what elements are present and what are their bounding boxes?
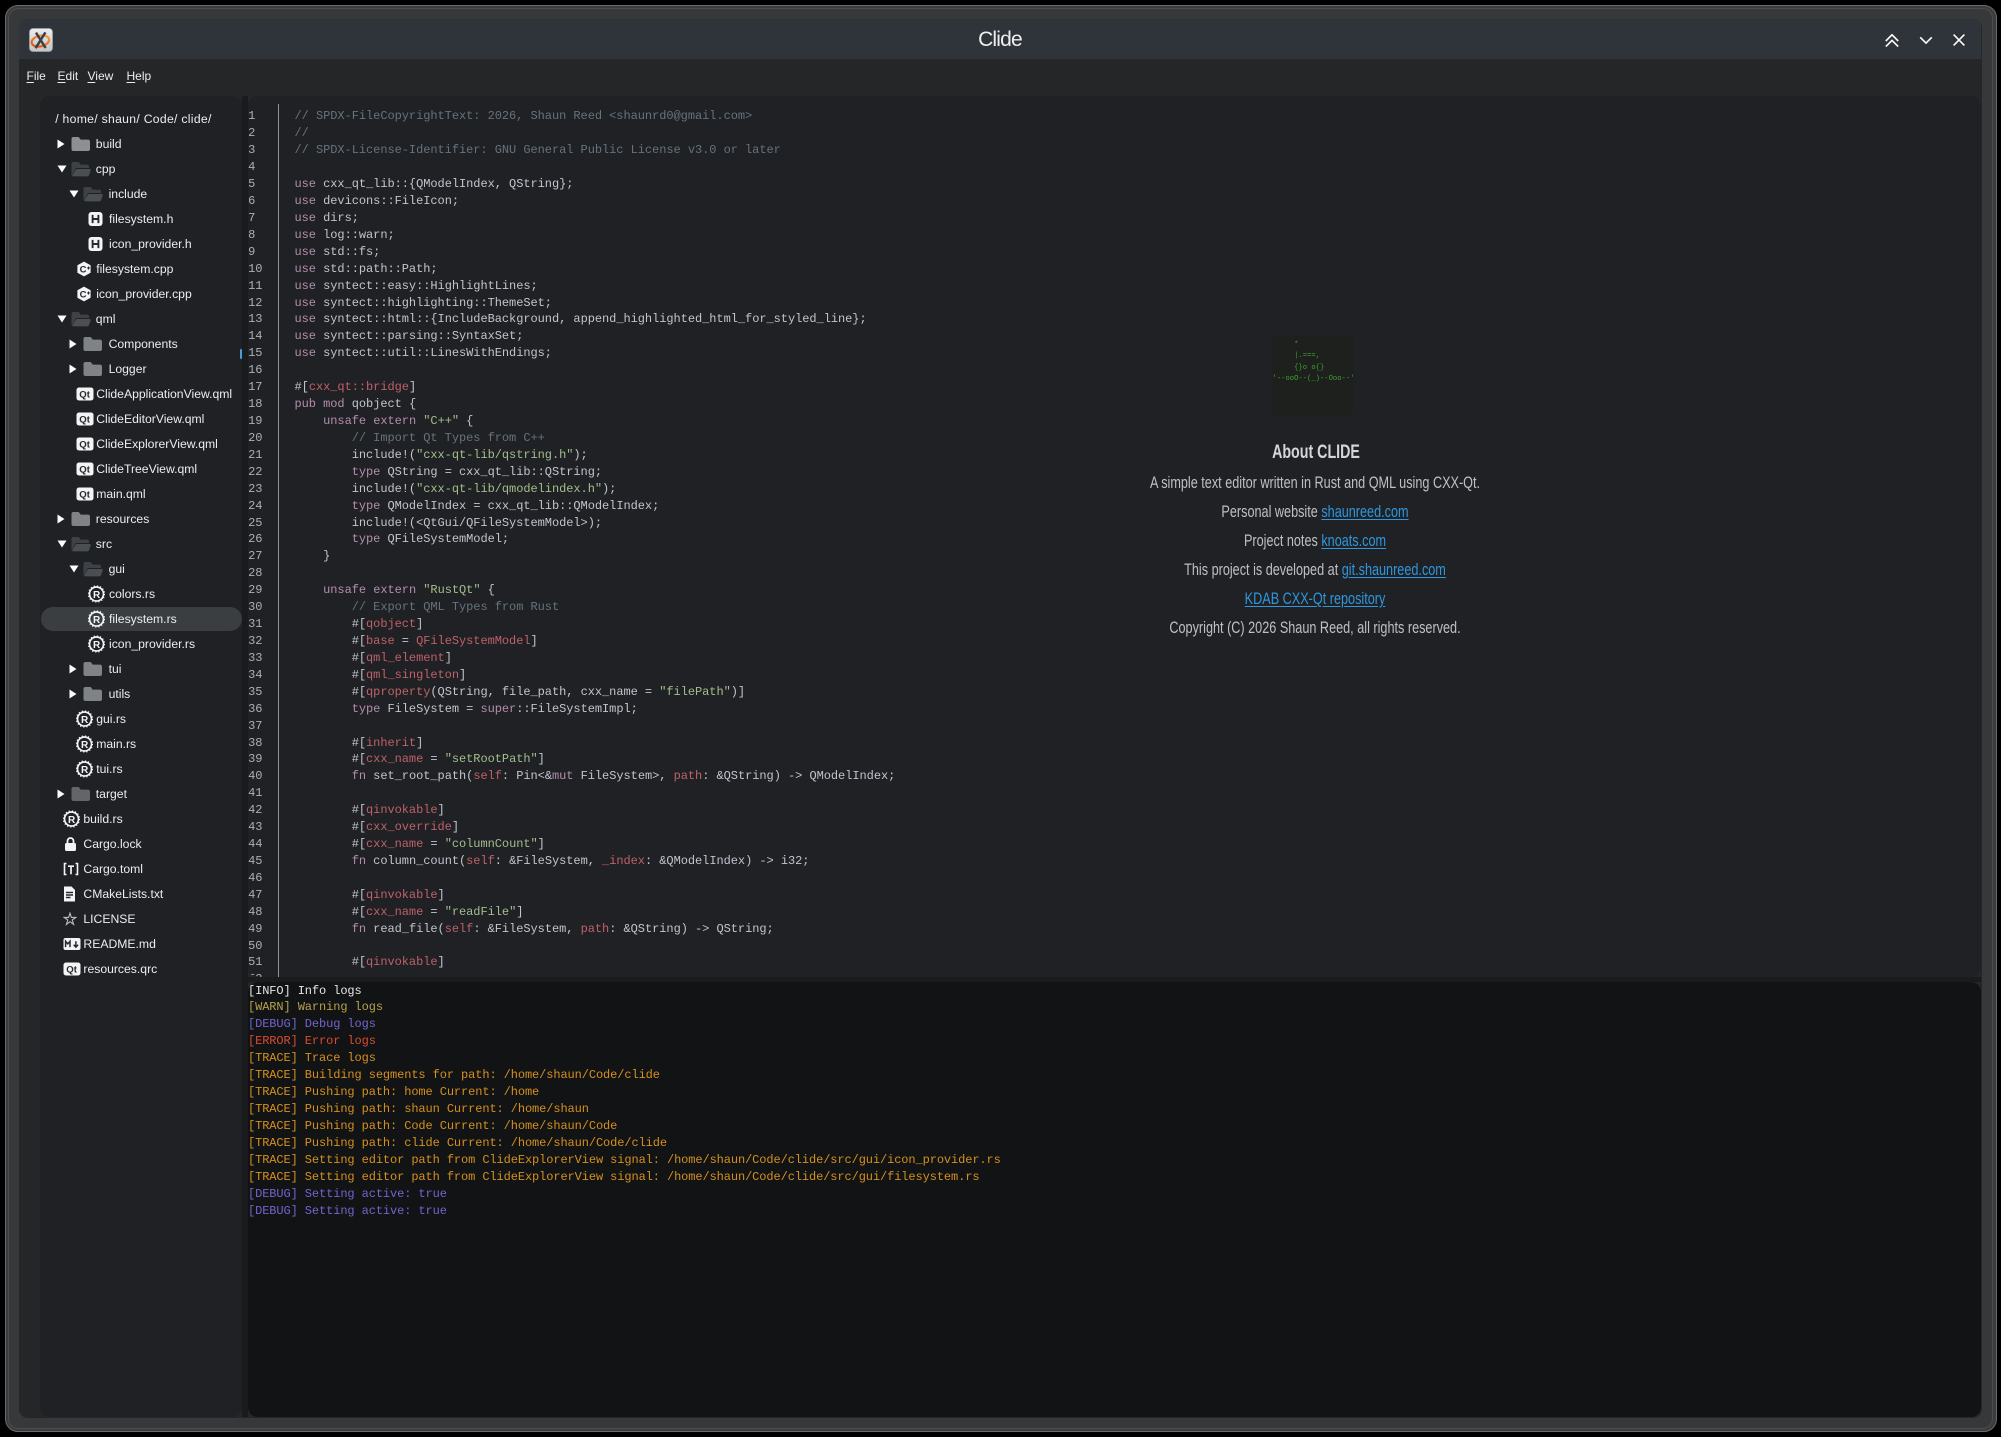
svg-text:Qt: Qt [79,440,90,451]
svg-text:R: R [81,715,89,726]
svg-text:C: C [79,290,86,301]
svg-text:R: R [93,590,101,601]
svg-text:Qt: Qt [79,490,90,501]
svg-text:C: C [79,265,86,276]
svg-text:R: R [81,740,89,751]
svg-text:R: R [93,640,101,651]
svg-text:R: R [93,615,101,626]
svg-text:Qt: Qt [79,415,90,426]
svg-text:Qt: Qt [66,965,77,976]
svg-text:R: R [81,765,89,776]
svg-text:R: R [68,815,76,826]
svg-text:Qt: Qt [79,390,90,401]
svg-text:Qt: Qt [79,465,90,476]
